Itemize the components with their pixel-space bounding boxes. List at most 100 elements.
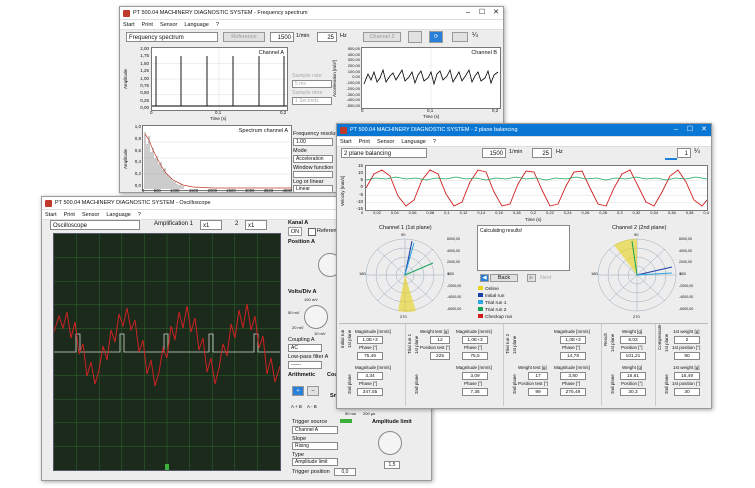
maximize-icon[interactable]: ☐ — [683, 124, 697, 136]
freq-titlebar[interactable]: PT 500.04 MACHINERY DIAGNOSTIC SYSTEM - … — [120, 7, 503, 20]
reference-checkbox[interactable] — [308, 228, 316, 236]
bal-rpm-value: 1500 — [482, 148, 506, 158]
menu-language[interactable]: Language — [401, 139, 425, 145]
initial-p1-phase: 75,46 — [357, 352, 383, 360]
tick: 1,25 — [140, 68, 149, 74]
trial1-p2-mag: 3,09 — [462, 372, 488, 380]
freq-quarter-icon: ¼ — [472, 32, 478, 39]
legend-label: Online — [485, 287, 499, 292]
freq-channel2-button[interactable]: Channel 2 — [363, 32, 401, 42]
log-linear-select[interactable]: Linear — [293, 185, 333, 192]
menu-start[interactable]: Start — [45, 212, 57, 218]
menu-sensor[interactable]: Sensor — [160, 22, 177, 28]
freq-grey-icon-button[interactable] — [408, 31, 422, 43]
freq-stepper[interactable] — [452, 32, 468, 42]
menu-help[interactable]: ? — [433, 139, 436, 145]
freq-hz-unit: Hz — [340, 33, 347, 39]
type-select[interactable]: Amplitude limit — [292, 458, 338, 466]
back-arrow-icon[interactable]: ◀ — [480, 274, 489, 282]
add-icon[interactable]: + — [292, 386, 304, 396]
trigger-pos-field[interactable]: 0,0 — [334, 468, 356, 476]
tick: 4000,00 — [679, 248, 692, 253]
legend-swatch-trial1 — [478, 300, 483, 304]
menu-language[interactable]: Language — [184, 22, 208, 28]
comp-side: Compensate — [657, 324, 662, 350]
subtract-icon[interactable]: − — [307, 386, 319, 396]
lowpass-select[interactable]: ------ — [288, 361, 322, 369]
maximize-icon[interactable]: ☐ — [475, 7, 489, 19]
trial2-position[interactable]: 99 — [528, 388, 548, 396]
menu-print[interactable]: Print — [64, 212, 75, 218]
result-weight-label: Weight [g] — [622, 329, 643, 334]
legend-label: Checkup run — [485, 315, 513, 320]
freq-rpm-value: 1500 — [270, 32, 294, 42]
menu-help[interactable]: ? — [216, 22, 219, 28]
bal-counter-field[interactable]: 1 — [677, 148, 691, 158]
amp1-value[interactable]: x1 — [200, 220, 222, 230]
time-scale-2: 200 µs — [363, 411, 376, 416]
tick: 0 — [142, 188, 145, 193]
tick: 1500 — [188, 188, 199, 193]
trial1-weight[interactable]: 12 — [430, 336, 450, 344]
tick: -4000,00 — [679, 295, 694, 300]
polar2-title: Channel 2 (2nd plane) — [612, 225, 667, 231]
menu-sensor[interactable]: Sensor — [82, 212, 99, 218]
menu-print[interactable]: Print — [142, 22, 153, 28]
freq-reference-button[interactable]: Reference — [223, 32, 265, 42]
trigger-marker-icon[interactable] — [165, 464, 169, 470]
amp1-label: Amplification 1 — [154, 221, 194, 227]
slope-select[interactable]: Rising — [292, 442, 338, 450]
velocity-plot — [365, 165, 708, 211]
menu-help[interactable]: ? — [138, 212, 141, 218]
tick: 0,4 — [134, 159, 141, 165]
freq-mode-field: Frequency spectrum — [126, 32, 218, 42]
tick: 3000 — [245, 188, 255, 193]
bal-mode-field: 2 plane balancing — [341, 148, 427, 158]
menu-sensor[interactable]: Sensor — [377, 139, 394, 145]
minimize-icon[interactable]: – — [669, 124, 683, 136]
scope-screen — [53, 233, 281, 471]
tick: 0,8 — [134, 135, 141, 141]
initial-p1-mag: 1,0E+3 — [357, 336, 383, 344]
menu-start[interactable]: Start — [123, 22, 135, 28]
trial1-phase-label-2: Phase [°] — [464, 381, 483, 386]
bal-titlebar[interactable]: PT 500.04 MACHINERY DIAGNOSTIC SYSTEM - … — [337, 124, 711, 137]
amp-limit-knob[interactable] — [378, 431, 402, 455]
close-icon[interactable]: ✕ — [489, 7, 503, 19]
channel-b-title: Channel B — [471, 50, 497, 56]
menu-start[interactable]: Start — [340, 139, 352, 145]
amp-limit-field[interactable]: 1,5 — [384, 461, 400, 469]
kanal-on-button[interactable]: ON — [288, 227, 302, 236]
lowpass-label: Low-pass filter A — [288, 354, 329, 360]
result-p2-pos: 30,3 — [620, 388, 646, 396]
arithmetic-label: Arithmetic — [288, 372, 316, 378]
bal-progress-bar — [665, 158, 677, 160]
tick: 2500 — [226, 188, 236, 193]
trial1-phase-label: Phase [°] — [464, 345, 483, 350]
trial2-weight[interactable]: 17 — [528, 372, 548, 380]
trigger-source-select[interactable]: Channel A — [292, 426, 338, 434]
window-function-select[interactable] — [293, 171, 333, 178]
trial1-mag-label: Magnitude [mm/s] — [456, 329, 492, 334]
balancing-window: PT 500.04 MACHINERY DIAGNOSTIC SYSTEM - … — [336, 123, 712, 409]
volts-div-knob[interactable] — [304, 305, 328, 329]
channel-a-svg — [152, 48, 287, 110]
tick: 1,0 — [134, 124, 141, 129]
freq-refresh-icon[interactable]: ⟳ — [429, 31, 443, 43]
amp2-value[interactable]: x1 — [245, 220, 267, 230]
comp-p1-weight: 2 — [674, 336, 700, 344]
freq-mode-select[interactable]: Acceleration — [293, 155, 333, 163]
freq-res-field[interactable]: 1.00 — [293, 138, 333, 146]
trial1-position[interactable]: 225 — [430, 352, 450, 360]
close-icon[interactable]: ✕ — [697, 124, 711, 136]
spectrum-title: Spectrum channel A — [238, 128, 288, 134]
coupling-select[interactable]: AC — [288, 344, 322, 352]
next-arrow-icon[interactable]: ▶ — [527, 274, 536, 282]
balancing-table: Initial run 1st plane 2nd plane Magnitud… — [339, 323, 708, 406]
polar2-plot — [596, 237, 678, 313]
minimize-icon[interactable]: – — [461, 7, 475, 19]
sample-rate-field: 5 ms — [292, 80, 332, 88]
back-button[interactable]: Back — [490, 274, 518, 282]
menu-language[interactable]: Language — [106, 212, 130, 218]
menu-print[interactable]: Print — [359, 139, 370, 145]
